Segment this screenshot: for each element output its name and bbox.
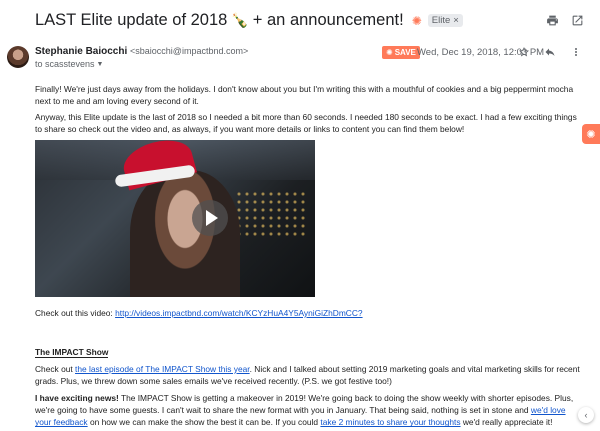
section-heading: The IMPACT Show bbox=[35, 346, 583, 358]
bottle-emoji: 🍾 bbox=[231, 12, 249, 28]
reply-icon[interactable] bbox=[544, 45, 556, 63]
top-actions bbox=[546, 14, 584, 32]
sender-email: <sbaiocchi@impactbnd.com> bbox=[130, 46, 249, 56]
p6-mid2: on how we can make the show the best it … bbox=[87, 417, 321, 428]
p5-pre: Check out bbox=[35, 364, 76, 374]
video-link[interactable]: http://videos.impactbnd.com/watch/KCYzHu… bbox=[115, 308, 362, 318]
play-icon[interactable] bbox=[192, 200, 228, 236]
label-chip-text: Elite bbox=[431, 15, 451, 26]
paragraph-update: Anyway, this Elite update is the last of… bbox=[35, 112, 577, 135]
p6-bold: I have exciting news! bbox=[35, 393, 119, 403]
label-chip[interactable]: Elite × bbox=[427, 14, 463, 27]
last-episode-link[interactable]: the last episode of The IMPACT Show this… bbox=[75, 364, 250, 374]
more-vert-icon[interactable] bbox=[570, 45, 582, 63]
star-icon[interactable] bbox=[518, 45, 530, 63]
scroll-chevron-icon[interactable]: ‹ bbox=[578, 407, 594, 423]
print-icon[interactable] bbox=[546, 14, 559, 32]
save-button[interactable]: ✺ SAVE bbox=[382, 46, 420, 59]
video-thumbnail[interactable] bbox=[35, 140, 315, 297]
subject-text: LAST Elite update of 2018 bbox=[35, 11, 228, 29]
hubspot-sidebar-icon[interactable]: ✺ bbox=[582, 124, 600, 144]
survey-link[interactable]: take 2 minutes to share your thoughts bbox=[320, 417, 460, 427]
video-bg-lights bbox=[235, 190, 305, 240]
p6-end: we'd really appreciate it! bbox=[460, 417, 553, 428]
paragraph-intro: Finally! We're just days away from the h… bbox=[35, 84, 574, 107]
avatar[interactable] bbox=[7, 46, 29, 68]
recipient-line[interactable]: to scasstevens ▼ bbox=[35, 59, 103, 69]
save-label: SAVE bbox=[394, 48, 416, 57]
message-actions bbox=[518, 45, 582, 63]
video-link-prefix: Check out this video: bbox=[35, 308, 116, 318]
paragraph-news: I have exciting news! The IMPACT Show is… bbox=[35, 392, 583, 429]
video-person bbox=[130, 170, 240, 297]
recipient-text: to scasstevens bbox=[35, 59, 95, 69]
open-in-new-icon[interactable] bbox=[571, 14, 584, 32]
section-heading-text: The IMPACT Show bbox=[35, 347, 109, 358]
label-close-icon[interactable]: × bbox=[453, 15, 459, 26]
sender-line: Stephanie Baiocchi <sbaiocchi@impactbnd.… bbox=[35, 46, 248, 57]
email-subject: LAST Elite update of 2018 🍾 + an announc… bbox=[35, 11, 463, 30]
video-link-line: Check out this video: http://videos.impa… bbox=[35, 307, 583, 319]
sender-name[interactable]: Stephanie Baiocchi bbox=[35, 46, 127, 57]
hubspot-icon[interactable]: ✺ bbox=[412, 14, 422, 28]
subject-suffix: + an announcement! bbox=[252, 11, 404, 29]
paragraph-impact-show: Check out the last episode of The IMPACT… bbox=[35, 363, 583, 387]
chevron-down-icon[interactable]: ▼ bbox=[97, 61, 104, 68]
hubspot-save-icon: ✺ bbox=[386, 48, 393, 57]
